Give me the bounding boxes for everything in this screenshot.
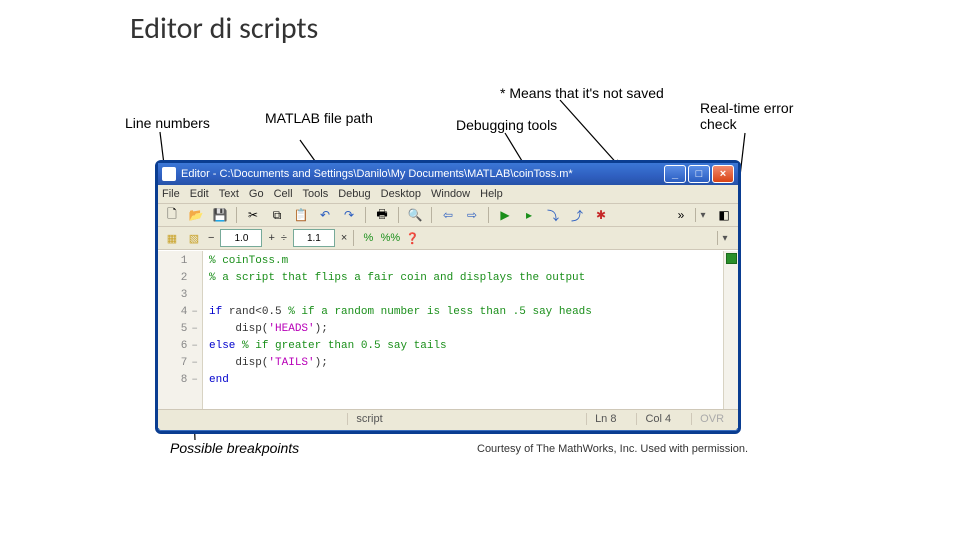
editor-window: Editor - C:\Documents and Settings\Danil…	[155, 160, 741, 434]
menu-tools[interactable]: Tools	[303, 188, 329, 200]
status-col: Col 4	[636, 413, 679, 425]
line-number[interactable]: 7–	[160, 355, 198, 372]
line-number[interactable]: 5–	[160, 321, 198, 338]
step-out-icon[interactable]: ⤴	[567, 205, 587, 225]
menu-edit[interactable]: Edit	[190, 188, 209, 200]
titlebar[interactable]: Editor - C:\Documents and Settings\Danil…	[158, 163, 738, 185]
editor-body: 1 2 3 4–5–6–7–8– % coinToss.m% a script …	[158, 250, 738, 409]
breakpoint-icon[interactable]: ✱	[591, 205, 611, 225]
toolbar-dropdown-icon[interactable]: ▾	[695, 208, 710, 222]
line-number[interactable]: 6–	[160, 338, 198, 355]
code-line[interactable]: % a script that flips a fair coin and di…	[209, 270, 717, 287]
error-check-indicator	[726, 253, 737, 264]
find-icon[interactable]: 🔍	[405, 205, 425, 225]
line-number[interactable]: 1	[160, 253, 198, 270]
run-section-icon[interactable]: ▸	[519, 205, 539, 225]
error-strip[interactable]	[723, 251, 738, 409]
line-number-gutter[interactable]: 1 2 3 4–5–6–7–8–	[158, 251, 203, 409]
code-line[interactable]: disp('TAILS');	[209, 355, 717, 372]
menu-debug[interactable]: Debug	[338, 188, 370, 200]
menu-go[interactable]: Go	[249, 188, 264, 200]
toolbar-main: 🗋 📂 💾 ✂ ⧉ 📋 ↶ ↷ 🖶 🔍 ⇦ ⇨ ▶ ▸ ⤵ ⤴ ✱ » ▾ ◧	[158, 204, 738, 227]
cell-mode-icon[interactable]: ▦	[164, 230, 180, 246]
run-icon[interactable]: ▶	[495, 205, 515, 225]
maximize-button[interactable]: □	[688, 165, 710, 183]
increment-field-2[interactable]	[293, 229, 335, 247]
code-line[interactable]	[209, 287, 717, 304]
times-icon[interactable]: ×	[341, 232, 347, 244]
help-icon[interactable]: ❓	[404, 230, 420, 246]
app-icon	[162, 167, 176, 181]
divide-icon[interactable]: ÷	[281, 232, 287, 244]
menu-help[interactable]: Help	[480, 188, 503, 200]
code-line[interactable]: else % if greater than 0.5 say tails	[209, 338, 717, 355]
code-area[interactable]: % coinToss.m% a script that flips a fair…	[203, 251, 723, 409]
toolbar-cell: ▦ ▧ − + ÷ × % %% ❓ ▾	[158, 227, 738, 250]
cell-advance-icon[interactable]: ▧	[186, 230, 202, 246]
percent-icon[interactable]: %	[360, 230, 376, 246]
annotation-error-check: Real-time error check	[700, 100, 800, 132]
page-title: Editor di scripts	[130, 10, 318, 47]
annotation-debug-tools: Debugging tools	[456, 117, 557, 133]
line-number[interactable]: 8–	[160, 372, 198, 389]
double-percent-icon[interactable]: %%	[382, 230, 398, 246]
plus-icon[interactable]: +	[268, 232, 274, 244]
line-number[interactable]: 2	[160, 270, 198, 287]
annotation-not-saved: * Means that it's not saved	[500, 85, 664, 101]
print-icon[interactable]: 🖶	[372, 205, 392, 225]
copy-icon[interactable]: ⧉	[267, 205, 287, 225]
status-mode: script	[347, 413, 390, 425]
line-number[interactable]: 4–	[160, 304, 198, 321]
step-in-icon[interactable]: ⤵	[543, 205, 563, 225]
code-line[interactable]: disp('HEADS');	[209, 321, 717, 338]
menu-file[interactable]: File	[162, 188, 180, 200]
dock-icon[interactable]: ◧	[714, 205, 734, 225]
line-number[interactable]: 3	[160, 287, 198, 304]
close-button[interactable]: ×	[712, 165, 734, 183]
forward-icon[interactable]: ⇨	[462, 205, 482, 225]
menu-window[interactable]: Window	[431, 188, 470, 200]
annotation-breakpoints: Possible breakpoints	[170, 440, 299, 456]
save-icon[interactable]: 💾	[210, 205, 230, 225]
annotation-file-path: MATLAB file path	[265, 110, 373, 126]
minus-icon[interactable]: −	[208, 232, 214, 244]
open-file-icon[interactable]: 📂	[186, 205, 206, 225]
increment-field-1[interactable]	[220, 229, 262, 247]
annotation-line-numbers: Line numbers	[125, 115, 210, 131]
code-line[interactable]: end	[209, 372, 717, 389]
cut-icon[interactable]: ✂	[243, 205, 263, 225]
back-icon[interactable]: ⇦	[438, 205, 458, 225]
more-icon[interactable]: »	[671, 205, 691, 225]
statusbar: script Ln 8 Col 4 OVR	[158, 409, 738, 428]
credit-text: Courtesy of The MathWorks, Inc. Used wit…	[477, 443, 748, 455]
code-line[interactable]: if rand<0.5 % if a random number is less…	[209, 304, 717, 321]
undo-icon[interactable]: ↶	[315, 205, 335, 225]
new-file-icon[interactable]: 🗋	[162, 205, 182, 225]
window-title: Editor - C:\Documents and Settings\Danil…	[181, 168, 664, 180]
toolbar2-dropdown-icon[interactable]: ▾	[717, 231, 732, 245]
menu-text[interactable]: Text	[219, 188, 239, 200]
menu-cell[interactable]: Cell	[274, 188, 293, 200]
code-line[interactable]: % coinToss.m	[209, 253, 717, 270]
paste-icon[interactable]: 📋	[291, 205, 311, 225]
status-line: Ln 8	[586, 413, 624, 425]
status-ovr: OVR	[691, 413, 732, 425]
minimize-button[interactable]: _	[664, 165, 686, 183]
menubar: File Edit Text Go Cell Tools Debug Desktop Windo…	[158, 185, 738, 204]
menu-desktop[interactable]: Desktop	[381, 188, 421, 200]
redo-icon[interactable]: ↷	[339, 205, 359, 225]
